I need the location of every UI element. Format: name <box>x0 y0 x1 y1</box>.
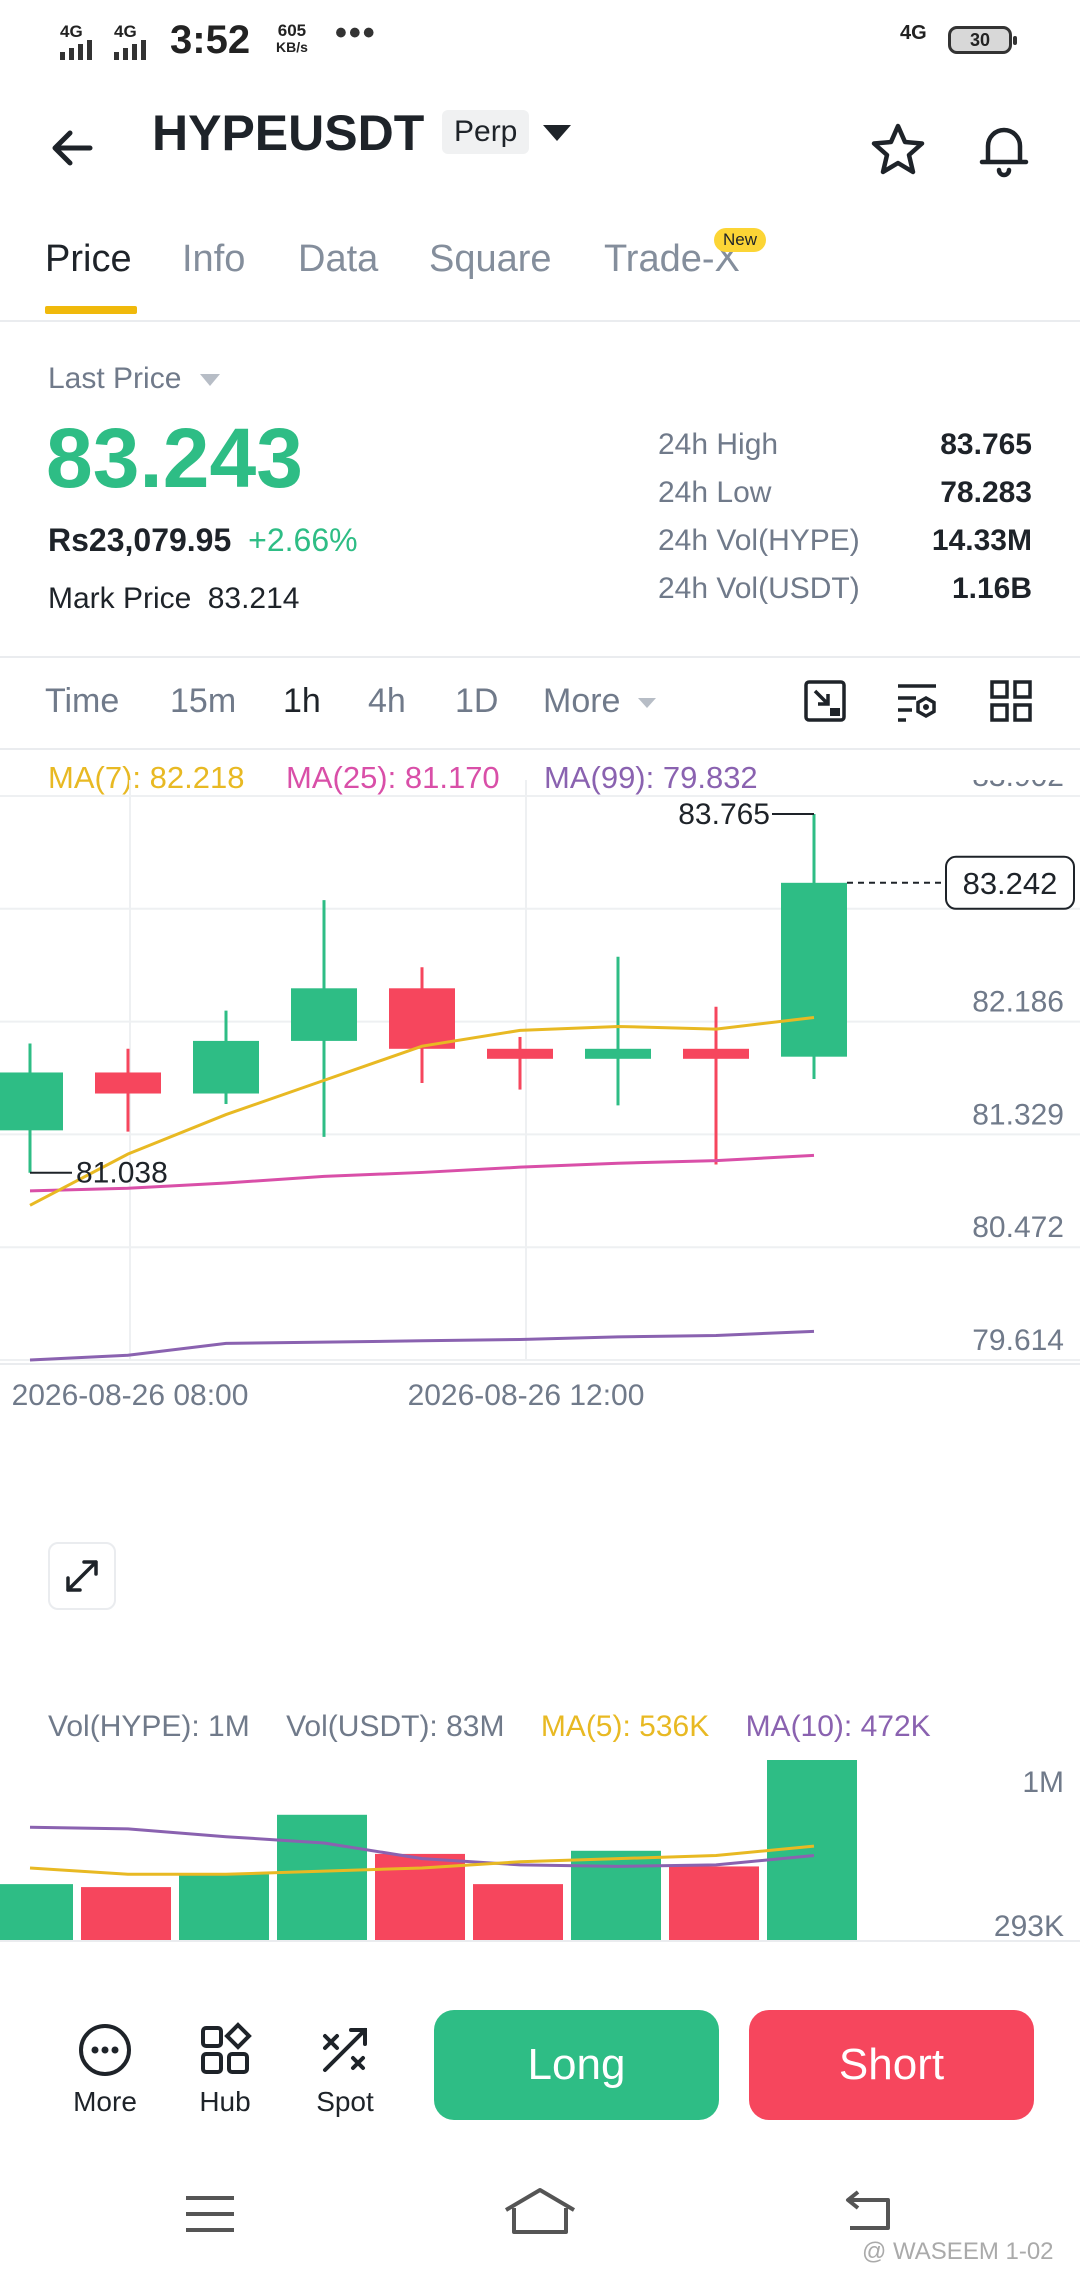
vol-ma5-label: MA(5): 536K <box>540 1710 710 1743</box>
tf-1h[interactable]: 1h <box>283 682 321 721</box>
long-button[interactable]: Long <box>434 2010 719 2120</box>
battery-icon: 30 <box>948 26 1017 54</box>
spot-button[interactable]: Spot <box>295 2020 395 2118</box>
tab-square[interactable]: Square <box>429 238 552 281</box>
spot-arrows-icon <box>323 2028 367 2072</box>
vol-hype-label: Vol(HYPE): 1M <box>48 1710 250 1743</box>
hub-icon <box>201 2022 252 2074</box>
y-tick-label: 80.472 <box>972 1211 1064 1244</box>
stat-row: 24h Vol(USDT) 1.16B <box>658 572 1032 605</box>
x-tick-label: 2026-08-26 12:00 <box>408 1379 645 1412</box>
signal-icon-1: 4G <box>60 22 102 60</box>
network-4g-icon: 4G <box>900 22 927 44</box>
ma99-line <box>29 1329 815 1362</box>
candle-body <box>389 988 455 1049</box>
indicator-compare-icon[interactable] <box>802 678 848 724</box>
hub-button[interactable]: Hub <box>175 2020 275 2118</box>
volume-bar <box>0 1884 73 1940</box>
candle-body <box>585 1048 651 1059</box>
y-tick-label: 79.614 <box>972 1324 1064 1357</box>
symbol-title[interactable]: HYPEUSDT <box>152 104 424 162</box>
toolbar-divider <box>0 748 1080 750</box>
signal-icon-2: 4G <box>114 22 156 60</box>
stat-row: 24h High 83.765 <box>658 428 1032 461</box>
perp-badge: Perp <box>442 110 530 154</box>
last-price-selector[interactable]: Last Price <box>48 362 222 396</box>
caret-down-icon <box>199 374 220 387</box>
volume-y-tick: 1M <box>1022 1766 1064 1799</box>
active-tab-indicator <box>45 306 137 314</box>
candle-body <box>193 1040 259 1094</box>
watermark: @ WASEEM 1-02 <box>862 2238 1054 2265</box>
y-tick-label: 82.186 <box>972 986 1064 1019</box>
last-price-label: Last Price <box>48 362 182 395</box>
notification-bell-icon[interactable] <box>974 118 1034 180</box>
mark-price-row: Mark Price 83.214 <box>48 582 299 616</box>
tab-bar: Price Info Data Square Trade-X <box>0 230 1080 322</box>
volume-bar <box>473 1884 563 1940</box>
home-icon[interactable] <box>502 2186 578 2238</box>
tf-more[interactable]: More <box>543 682 658 721</box>
volume-bar <box>669 1866 759 1940</box>
caret-down-icon <box>637 698 656 709</box>
status-bar: 4G 4G 3:52 605 KB/s ••• 4G 30 <box>0 0 1080 80</box>
mark-price-label: Mark Price <box>48 582 192 615</box>
layout-grid-icon[interactable] <box>988 678 1034 724</box>
more-dots-icon <box>79 2024 131 2076</box>
stats-panel: 24h High 83.765 24h Low 78.283 24h Vol(H… <box>658 428 1032 620</box>
recent-apps-icon[interactable] <box>182 2192 238 2236</box>
volume-bar <box>81 1887 171 1940</box>
volume-y-tick: 293K <box>994 1910 1064 1943</box>
section-divider <box>0 656 1080 658</box>
candle-body <box>291 988 357 1041</box>
more-button[interactable]: More <box>55 2020 155 2118</box>
volume-bar <box>571 1850 661 1940</box>
symbol-dropdown-icon[interactable] <box>540 122 574 144</box>
favorite-star-icon[interactable] <box>868 120 928 180</box>
vol-usdt-label: Vol(USDT): 83M <box>286 1710 505 1743</box>
y-tick-label: 83.902 <box>972 780 1064 793</box>
new-badge: New <box>714 228 766 252</box>
tab-data[interactable]: Data <box>298 238 378 281</box>
tab-price[interactable]: Price <box>45 238 132 281</box>
tab-info[interactable]: Info <box>182 238 245 281</box>
candle-body <box>683 1048 749 1059</box>
fullscreen-expand-icon[interactable] <box>48 1542 116 1610</box>
last-price-value: 83.243 <box>46 411 303 505</box>
stat-row: 24h Vol(HYPE) 14.33M <box>658 524 1032 557</box>
tf-time[interactable]: Time <box>45 682 119 721</box>
stat-row: 24h Low 78.283 <box>658 476 1032 509</box>
back-nav-icon[interactable] <box>840 2190 896 2234</box>
candle-body <box>781 882 847 1057</box>
tf-15m[interactable]: 15m <box>170 682 236 721</box>
vol-ma10-label: MA(10): 472K <box>745 1710 931 1743</box>
price-chart[interactable]: 83.90283.04482.18681.32980.47279.61483.7… <box>0 780 1080 1690</box>
candle-body <box>95 1072 161 1094</box>
high-price-label: 83.765 <box>678 798 770 831</box>
candle-body <box>0 1072 63 1131</box>
price-change: +2.66% <box>248 522 358 558</box>
status-time: 3:52 <box>170 18 251 62</box>
mark-price-value: 83.214 <box>207 582 300 615</box>
y-tick-label: 81.329 <box>972 1098 1064 1131</box>
volume-chart[interactable]: 1M 293K <box>0 1750 1080 1986</box>
volume-bar <box>277 1814 367 1940</box>
x-tick-label: 2026-08-26 08:00 <box>12 1379 249 1412</box>
current-price-label: 83.242 <box>963 866 1058 901</box>
tf-1d[interactable]: 1D <box>455 682 498 721</box>
volume-legend: Vol(HYPE): 1M Vol(USDT): 83M MA(5): 536K… <box>48 1710 931 1744</box>
local-price: Rs23,079.95 <box>48 522 232 558</box>
tf-4h[interactable]: 4h <box>368 682 406 721</box>
short-button[interactable]: Short <box>749 2010 1034 2120</box>
low-price-label: 81.038 <box>76 1157 168 1190</box>
network-speed: 605 KB/s <box>276 21 308 55</box>
local-price-row: Rs23,079.95 +2.66% <box>48 522 358 559</box>
candle-body <box>487 1048 553 1059</box>
chart-settings-icon[interactable] <box>894 678 940 724</box>
back-arrow-icon[interactable] <box>44 118 104 178</box>
volume-bar <box>179 1874 269 1940</box>
more-status-icon: ••• <box>335 14 377 52</box>
